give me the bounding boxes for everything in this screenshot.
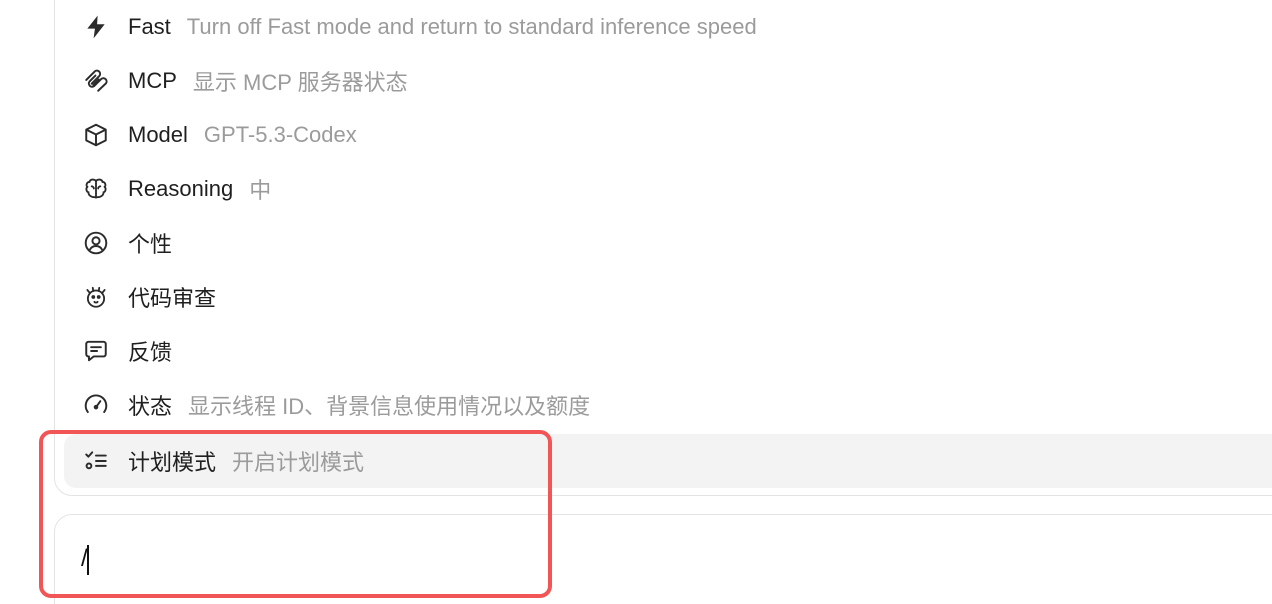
menu-item-personality[interactable]: 个性 [64,216,1272,270]
menu-item-label: Model [128,122,188,147]
menu-item-code-review[interactable]: 代码审查 [64,270,1272,324]
menu-item-label: 状态 [128,394,173,419]
menu-item-label: Reasoning [128,176,234,201]
menu-item-label: 代码审查 [128,286,217,311]
menu-item-description: Turn off Fast mode and return to standar… [186,14,757,39]
brain-icon [82,175,110,203]
menu-item-label: 反馈 [128,340,173,365]
message-icon [82,337,110,365]
menu-item-feedback[interactable]: 反馈 [64,324,1272,378]
menu-item-description: 中 [249,178,272,203]
menu-item-description: 显示线程 ID、背景信息使用情况以及额度 [188,394,591,419]
menu-item-label: 个性 [128,232,173,257]
composer-input[interactable]: / [54,514,1272,604]
mcp-icon [82,67,110,95]
user-circle-icon [82,229,110,257]
menu-item-fast[interactable]: Fast Turn off Fast mode and return to st… [64,0,1272,54]
menu-item-label: 计划模式 [128,450,217,475]
text-caret [87,545,89,575]
menu-item-description: 开启计划模式 [232,450,365,475]
menu-item-status[interactable]: 状态 显示线程 ID、背景信息使用情况以及额度 [64,378,1272,432]
menu-item-description: 显示 MCP 服务器状态 [192,70,408,95]
app-window: Fast Turn off Fast mode and return to st… [0,0,1272,604]
menu-item-mcp[interactable]: MCP 显示 MCP 服务器状态 [64,54,1272,108]
bug-icon [82,283,110,311]
cube-icon [82,121,110,149]
menu-item-reasoning[interactable]: Reasoning 中 [64,162,1272,216]
menu-item-label: MCP [128,68,177,93]
menu-item-description: GPT-5.3-Codex [203,122,357,147]
checklist-icon [82,447,110,475]
gauge-icon [82,391,110,419]
menu-item-label: Fast [128,14,171,39]
menu-item-plan-mode[interactable]: 计划模式 开启计划模式 [64,434,1272,488]
menu-item-model[interactable]: Model GPT-5.3-Codex [64,108,1272,162]
lightning-icon [82,13,110,41]
